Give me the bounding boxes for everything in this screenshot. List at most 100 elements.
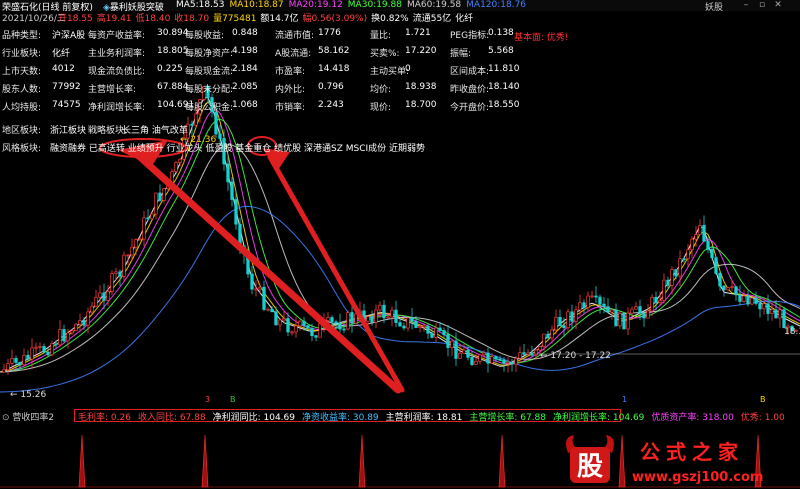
- candle-body: [606, 306, 610, 313]
- candle-body: [550, 329, 554, 339]
- candle-body: [766, 303, 770, 314]
- candle-body: [226, 163, 230, 183]
- candle-body: [74, 323, 78, 332]
- indicator-spike: [78, 434, 86, 488]
- minimize-button[interactable]: –: [741, 0, 751, 10]
- candle-body: [570, 311, 574, 322]
- candle-body: [626, 312, 630, 330]
- basic-face-rating: 基本面: 优秀!: [514, 33, 569, 43]
- candle-body: [78, 320, 82, 325]
- candle-body: [718, 273, 722, 287]
- candle-body: [54, 343, 58, 346]
- candle-body: [546, 333, 550, 339]
- fund-label: 主动买单:: [370, 67, 410, 77]
- candle-body: [398, 322, 402, 327]
- watermark-title: 公式之家: [640, 440, 744, 464]
- fund-label: 流通市值:: [275, 31, 315, 41]
- candle-body: [642, 312, 646, 319]
- candle-body: [674, 269, 678, 277]
- window-controls: – ▫ ✕: [735, 0, 783, 10]
- candle-body: [66, 332, 70, 342]
- ma-legend-item: MA30:19.88: [347, 0, 402, 10]
- fund-value: 11.810: [488, 64, 520, 74]
- candle-body: [774, 309, 778, 319]
- candle-body: [454, 340, 458, 359]
- fund-value: 18.805: [157, 46, 189, 56]
- candle-body: [738, 294, 742, 302]
- candle-body: [178, 158, 182, 163]
- candle-body: [230, 181, 234, 200]
- fund-label: 现金流负债比:: [88, 67, 146, 77]
- region-value: 浙江板块: [50, 126, 87, 136]
- fund-value: 1.721: [405, 28, 431, 38]
- fund-value: 4012: [52, 64, 75, 74]
- candle-body: [770, 309, 774, 314]
- candle-body: [126, 254, 130, 257]
- candle-body: [538, 346, 542, 351]
- candle-body: [130, 246, 134, 256]
- candle-body: [290, 331, 294, 334]
- candle-body: [582, 302, 586, 308]
- candle-body: [782, 309, 786, 329]
- candle-body: [730, 286, 734, 289]
- candle-body: [406, 317, 410, 329]
- fund-value: 0.138: [488, 28, 514, 38]
- fund-value: 17.220: [405, 46, 437, 56]
- ma-line: [0, 205, 800, 393]
- ma-legend: MA5:18.53 MA10:18.87 MA20:19.12 MA30:19.88 M…: [176, 0, 531, 10]
- candle-body: [498, 358, 502, 361]
- candle-body: [470, 356, 474, 365]
- fund-label: 每股未分配:: [185, 85, 234, 95]
- candle-body: [46, 351, 50, 356]
- watermark-logo: 股 公式之家 www.gszj100.com: [566, 435, 763, 485]
- fund-value: 0.796: [318, 82, 344, 92]
- candle-body: [598, 296, 602, 305]
- style-row: 风格板块: 融资融券 已高送转 业绩预升 行业龙头 低盈股 基金重仓 绩优股 深港…: [0, 141, 520, 155]
- fund-value: 沪深A股: [52, 31, 86, 41]
- candle-body: [446, 334, 450, 348]
- fund-label: 现价:: [370, 103, 392, 113]
- signal-marker: 3: [205, 395, 210, 404]
- candle-body: [658, 300, 662, 304]
- ma-legend-item: MA10:18.87: [229, 0, 284, 10]
- candle-body: [338, 322, 342, 330]
- candle-body: [370, 316, 374, 323]
- candle-body: [310, 327, 314, 337]
- candle-body: [150, 213, 154, 220]
- candle-body: [374, 309, 378, 323]
- candle-body: [614, 309, 618, 327]
- candle-body: [438, 327, 442, 331]
- candle-body: [530, 352, 534, 356]
- candle-body: [594, 295, 598, 298]
- restore-button[interactable]: ▫: [757, 0, 767, 10]
- candle-body: [706, 240, 710, 250]
- fund-label: A股流通:: [275, 49, 312, 59]
- candle-body: [298, 320, 302, 327]
- candle-body: [62, 329, 66, 342]
- candle-body: [778, 309, 782, 319]
- candle-body: [158, 192, 162, 201]
- candle-body: [86, 311, 90, 326]
- fund-value: 18.938: [405, 82, 437, 92]
- price-label-right: 18.3: [784, 327, 800, 337]
- candle-body: [234, 199, 238, 225]
- candle-body: [142, 217, 146, 240]
- candle-body: [526, 352, 530, 355]
- fund-value: 30.894: [157, 28, 189, 38]
- candle-body: [578, 302, 582, 311]
- region-label: 地区板块:: [2, 126, 42, 136]
- candle-body: [758, 303, 762, 310]
- candle-body: [462, 349, 466, 354]
- candlestick-chart[interactable]: ← 21.36 ← 17.20 - 17.22 ← 15.26 18.3 3 1…: [0, 22, 800, 407]
- price-label-low: ← 15.26: [10, 390, 46, 400]
- candle-body: [566, 311, 570, 329]
- candle-body: [542, 333, 546, 347]
- candle-body: [42, 346, 46, 353]
- candle-body: [402, 325, 406, 329]
- close-button[interactable]: ✕: [773, 0, 783, 10]
- candle-body: [422, 325, 426, 328]
- candle-body: [366, 316, 370, 322]
- candle-body: [490, 356, 494, 364]
- fundamentals-row: 股东人数: 77992 主营增长率: 67.884 每股未分配: 2.085 内外比: 0.7…: [0, 82, 520, 96]
- watermark-url: www.gszj100.com: [632, 470, 763, 485]
